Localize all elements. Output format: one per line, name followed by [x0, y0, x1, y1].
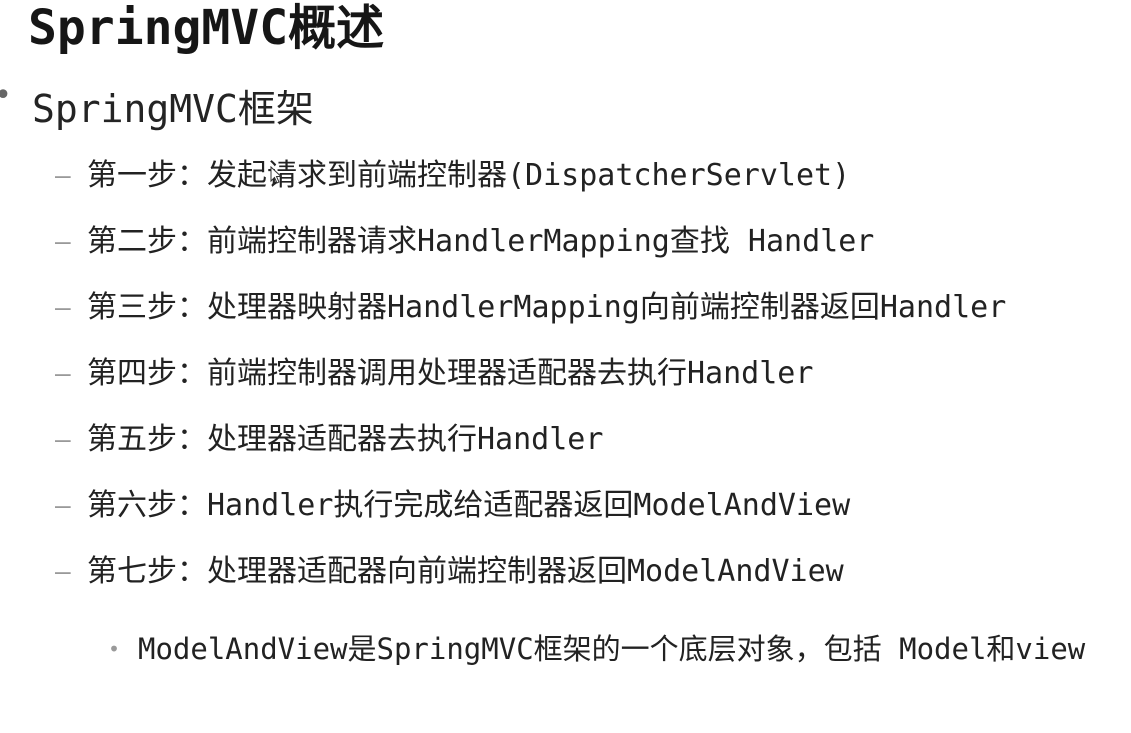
dash-icon: – [55, 557, 71, 587]
bullet-dot-icon: • [0, 78, 12, 113]
step-text: 第六步：Handler执行完成给适配器返回ModelAndView [87, 488, 851, 523]
dash-icon: – [55, 425, 71, 455]
step-text: 第七步：处理器适配器向前端控制器返回ModelAndView [87, 554, 844, 589]
step-text: 第一步：发起请求到前端控制器(DispatcherServlet) [87, 158, 851, 193]
step-text: 第四步：前端控制器调用处理器适配器去执行Handler [87, 356, 814, 391]
step-text: 第五步：处理器适配器去执行Handler [87, 422, 604, 457]
bullet-dot-icon: • [108, 637, 121, 661]
sub-bullet-text: ModelAndView是SpringMVC框架的一个底层对象，包括 Model… [138, 632, 1086, 666]
dash-icon: – [55, 491, 71, 521]
dash-icon: – [55, 293, 71, 323]
dash-icon: – [55, 227, 71, 257]
level1-text: SpringMVC框架 [32, 87, 314, 131]
mouse-cursor-icon [270, 166, 282, 184]
dash-icon: – [55, 161, 71, 191]
step-text: 第三步：处理器映射器HandlerMapping向前端控制器返回Handler [87, 290, 1007, 325]
step-text: 第二步：前端控制器请求HandlerMapping查找 Handler [87, 224, 875, 259]
dash-icon: – [55, 359, 71, 389]
slide-title: SpringMVC概述 [28, 0, 385, 56]
